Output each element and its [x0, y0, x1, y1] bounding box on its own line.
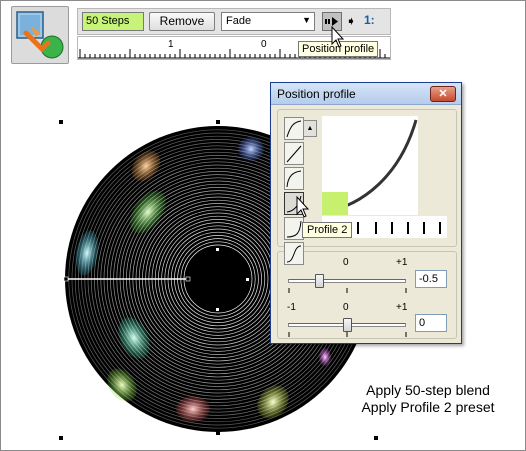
profile-preset-linear[interactable] — [284, 142, 304, 165]
cursor-icon — [296, 196, 310, 218]
caption-line-1: Apply 50-step blend — [366, 382, 490, 398]
slider1-value-field[interactable]: -0.5 — [415, 270, 447, 288]
close-icon[interactable]: ✕ — [430, 86, 456, 102]
slider1-ticks — [288, 288, 407, 293]
profile-tooltip: Profile 2 — [302, 222, 353, 238]
slider2-ticks — [288, 332, 407, 337]
profile-preset-4[interactable] — [284, 242, 304, 265]
profile-preset-current[interactable] — [284, 117, 304, 140]
slider2-mid-label: 0 — [343, 302, 349, 313]
profile-preset-3[interactable] — [284, 217, 304, 240]
slider1-thumb[interactable] — [315, 274, 324, 288]
profile-start-swatch — [322, 192, 348, 215]
slider2-max-label: +1 — [396, 302, 408, 313]
slider2-thumb[interactable] — [343, 318, 352, 332]
slider1-max-label: +1 — [396, 257, 408, 268]
instruction-caption: Apply 50-step blend Apply Profile 2 pres… — [338, 382, 518, 416]
caption-line-2: Apply Profile 2 preset — [361, 399, 495, 415]
chevron-up-icon[interactable]: ▲ — [303, 120, 317, 137]
slider1-mid-label: 0 — [343, 257, 349, 268]
profile-preset-1[interactable] — [284, 167, 304, 190]
slider1-track[interactable] — [288, 279, 406, 283]
slider2-value-field[interactable]: 0 — [415, 314, 447, 332]
slider2-min-label: -1 — [287, 302, 296, 313]
